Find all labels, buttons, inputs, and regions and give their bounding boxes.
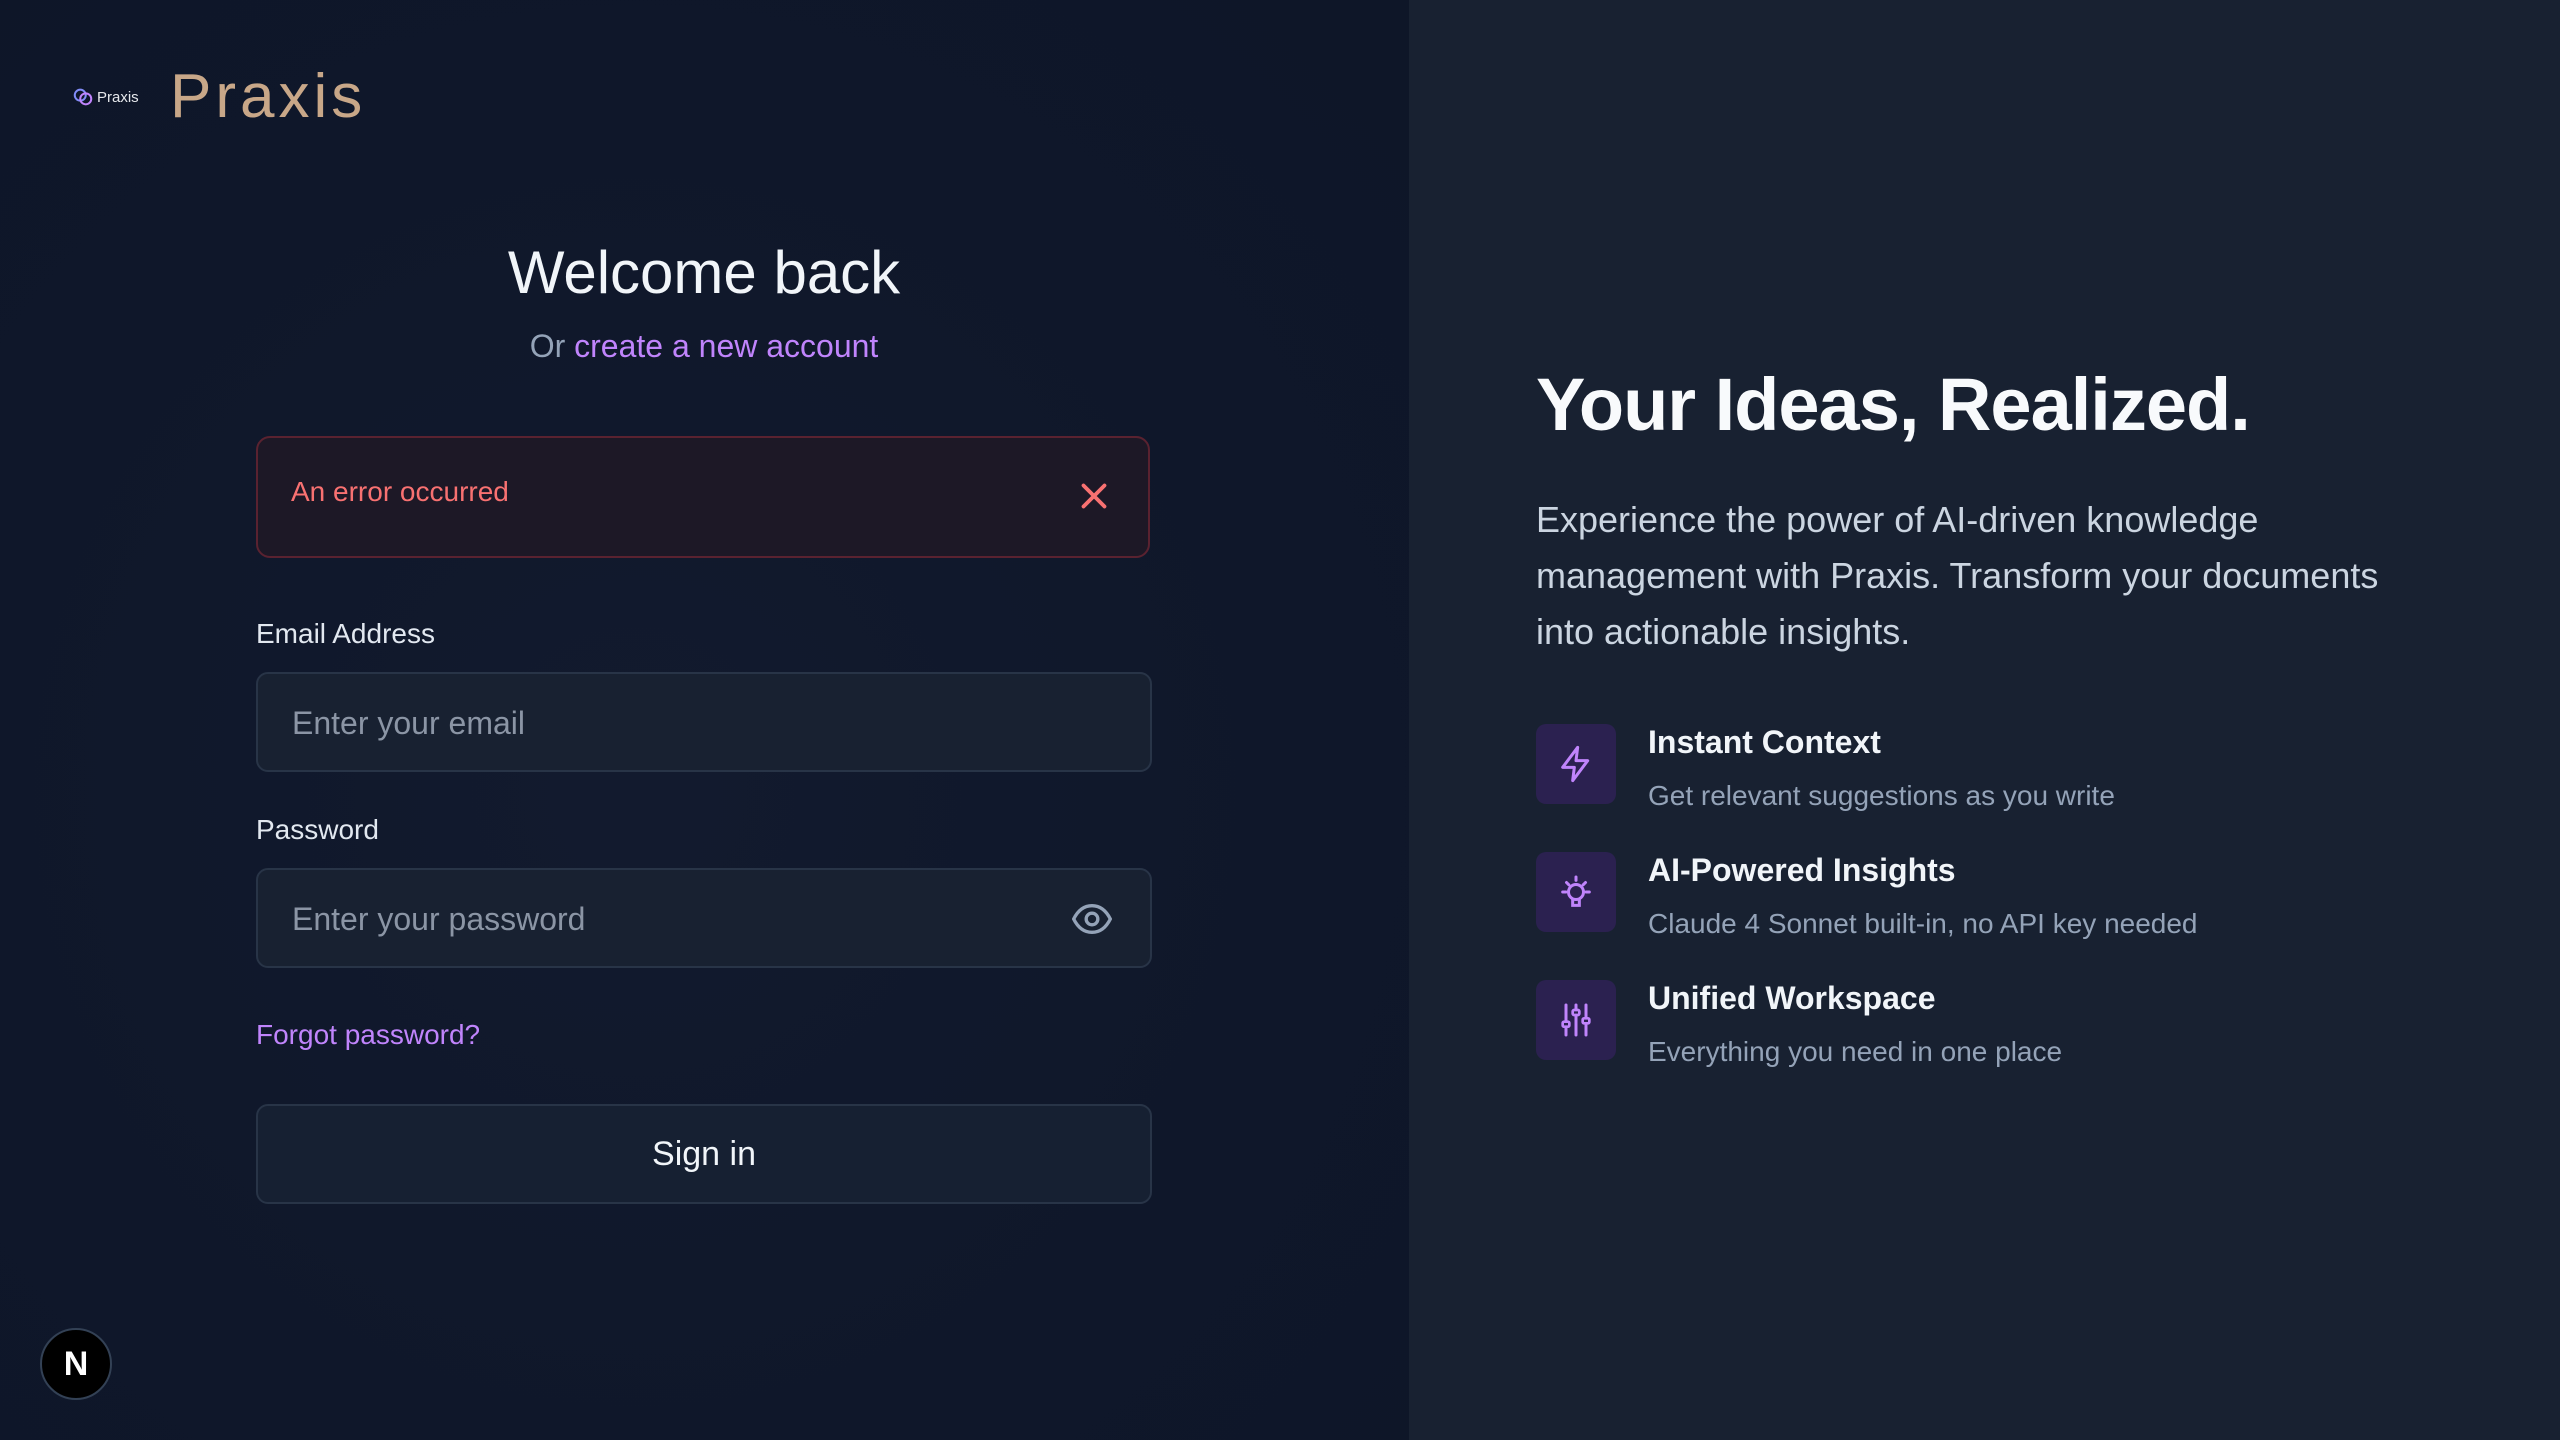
brand-name: Praxis bbox=[170, 62, 367, 131]
sliders-icon bbox=[1561, 1003, 1591, 1037]
hero-description: Experience the power of AI-driven knowle… bbox=[1536, 499, 2379, 652]
page-title: Welcome back bbox=[507, 239, 901, 306]
password-field-container bbox=[256, 868, 1152, 968]
lightning-icon bbox=[1561, 745, 1590, 783]
email-label: Email Address bbox=[256, 618, 435, 649]
swirl-logo-icon bbox=[73, 88, 93, 106]
feature-icon-box bbox=[1536, 724, 1616, 804]
email-field[interactable] bbox=[290, 674, 1074, 772]
sign-in-button[interactable]: Sign in bbox=[256, 1104, 1152, 1204]
forgot-password-link[interactable]: Forgot password? bbox=[256, 1019, 480, 1051]
error-message: An error occurred bbox=[291, 476, 509, 507]
error-alert: An error occurred bbox=[256, 436, 1150, 558]
feature-description: Everything you need in one place bbox=[1648, 1036, 2063, 1067]
feature-icon-box bbox=[1536, 980, 1616, 1060]
feature-title: Instant Context bbox=[1648, 724, 1881, 760]
next-dev-badge[interactable]: N bbox=[40, 1328, 112, 1400]
eye-icon[interactable] bbox=[1072, 902, 1112, 936]
feature-description: Get relevant suggestions as you write bbox=[1648, 780, 2115, 811]
email-field-container bbox=[256, 672, 1152, 772]
lightbulb-icon bbox=[1561, 875, 1591, 907]
brand-logo: Praxis bbox=[72, 78, 140, 116]
password-field[interactable] bbox=[290, 870, 1074, 968]
create-account-link[interactable]: create a new account bbox=[574, 328, 878, 364]
feature-title: AI-Powered Insights bbox=[1648, 852, 1956, 888]
close-icon[interactable] bbox=[1076, 478, 1112, 514]
password-label: Password bbox=[256, 814, 379, 845]
marketing-panel bbox=[1409, 0, 2560, 1440]
signup-prompt: Or create a new account bbox=[256, 328, 1152, 365]
feature-icon-box bbox=[1536, 852, 1616, 932]
brand-header[interactable]: Praxis Praxis bbox=[72, 66, 366, 128]
feature-title: Unified Workspace bbox=[1648, 980, 1936, 1016]
signup-prefix: Or bbox=[529, 328, 566, 364]
brand-logo-text: Praxis bbox=[97, 88, 139, 106]
feature-description: Claude 4 Sonnet built-in, no API key nee… bbox=[1648, 908, 2198, 939]
hero-title: Your Ideas, Realized. bbox=[1536, 363, 2251, 446]
